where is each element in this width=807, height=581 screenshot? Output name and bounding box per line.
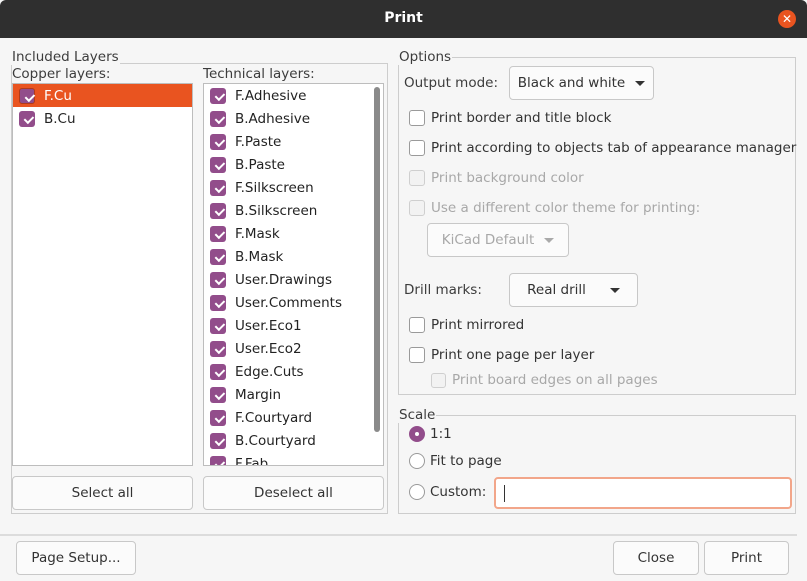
checkbox-checked-icon[interactable]	[210, 432, 226, 449]
close-button[interactable]: Close	[613, 541, 699, 575]
copper-layers-label: Copper layers:	[12, 66, 111, 82]
print-button[interactable]: Print	[704, 541, 789, 575]
checkbox-checked-icon[interactable]	[210, 110, 226, 127]
layer-label: B.Adhesive	[235, 110, 311, 127]
board-edges-checkbox: Print board edges on all pages	[431, 372, 658, 388]
layer-label: F.Silkscreen	[235, 179, 314, 196]
print-mirrored-checkbox[interactable]: Print mirrored	[409, 317, 524, 333]
page-setup-button[interactable]: Page Setup...	[16, 541, 136, 575]
scale-label: Scale	[398, 407, 437, 423]
layer-label: F.Mask	[235, 225, 280, 242]
theme-dropdown: KiCad Default	[427, 223, 569, 257]
checkbox-checked-icon[interactable]	[210, 202, 226, 219]
checkbox-checked-icon[interactable]	[210, 225, 226, 242]
layer-label: B.Cu	[44, 110, 76, 127]
list-item[interactable]: B.Cu	[13, 107, 192, 130]
print-according-checkbox[interactable]: Print according to objects tab of appear…	[409, 140, 796, 156]
title-bar: Print ✕	[0, 0, 807, 38]
window-title: Print	[384, 10, 423, 26]
checkbox-checked-icon[interactable]	[210, 248, 226, 265]
list-item[interactable]: F.Adhesive	[204, 84, 383, 107]
layer-label: User.Drawings	[235, 271, 332, 288]
layer-label: User.Comments	[235, 294, 342, 311]
drill-marks-value: Real drill	[527, 282, 586, 298]
fit-to-page-radio[interactable]: Fit to page	[409, 453, 502, 469]
checkbox-checked-icon[interactable]	[210, 455, 226, 465]
text-cursor	[504, 485, 505, 502]
technical-layers-list[interactable]: F.Adhesive B.Adhesive F.Paste B.Paste F.Silk…	[203, 83, 384, 466]
list-item[interactable]: F.Mask	[204, 222, 383, 245]
print-border-checkbox[interactable]: Print border and title block	[409, 110, 611, 126]
list-item[interactable]: B.Mask	[204, 245, 383, 268]
technical-layers-label: Technical layers:	[203, 66, 315, 82]
custom-scale-input[interactable]	[494, 477, 792, 509]
list-item[interactable]: User.Comments	[204, 291, 383, 314]
layer-label: F.Adhesive	[235, 87, 307, 104]
drill-marks-label: Drill marks:	[404, 282, 482, 298]
list-item[interactable]: F.Paste	[204, 130, 383, 153]
checkbox-checked-icon[interactable]	[210, 363, 226, 380]
checkbox-checked-icon[interactable]	[210, 179, 226, 196]
included-layers-label: Included Layers	[11, 49, 120, 65]
list-item[interactable]: B.Courtyard	[204, 429, 383, 452]
list-item[interactable]: User.Eco2	[204, 337, 383, 360]
chevron-down-icon	[544, 237, 555, 243]
layer-label: User.Eco1	[235, 317, 302, 334]
list-item[interactable]: B.Adhesive	[204, 107, 383, 130]
list-item[interactable]: B.Silkscreen	[204, 199, 383, 222]
copper-layers-list[interactable]: F.Cu B.Cu	[12, 83, 193, 466]
options-label: Options	[398, 49, 453, 65]
checkbox-checked-icon[interactable]	[19, 110, 35, 127]
scrollbar[interactable]	[374, 87, 380, 432]
layer-label: F.Fab	[235, 455, 269, 466]
list-item[interactable]: F.Courtyard	[204, 406, 383, 429]
checkbox-checked-icon[interactable]	[19, 87, 35, 104]
chevron-down-icon	[635, 80, 646, 86]
scale-1-1-radio[interactable]: 1:1	[409, 426, 452, 442]
checkbox-checked-icon[interactable]	[210, 340, 226, 357]
one-page-per-layer-checkbox[interactable]: Print one page per layer	[409, 347, 594, 363]
layer-label: B.Silkscreen	[235, 202, 318, 219]
list-item[interactable]: User.Eco1	[204, 314, 383, 337]
layer-label: B.Courtyard	[235, 432, 316, 449]
layer-label: F.Courtyard	[235, 409, 313, 426]
print-background-checkbox: Print background color	[409, 170, 584, 186]
list-item[interactable]: F.Cu	[13, 84, 192, 107]
layer-label: B.Paste	[235, 156, 285, 173]
layer-label: B.Mask	[235, 248, 284, 265]
layer-label: F.Paste	[235, 133, 282, 150]
list-item[interactable]: F.Silkscreen	[204, 176, 383, 199]
checkbox-checked-icon[interactable]	[210, 317, 226, 334]
select-all-button[interactable]: Select all	[12, 476, 193, 510]
checkbox-checked-icon[interactable]	[210, 409, 226, 426]
checkbox-checked-icon[interactable]	[210, 156, 226, 173]
checkbox-checked-icon[interactable]	[210, 294, 226, 311]
close-icon[interactable]: ✕	[778, 10, 796, 28]
checkbox-checked-icon[interactable]	[210, 386, 226, 403]
output-mode-value: Black and white	[517, 75, 626, 91]
checkbox-checked-icon[interactable]	[210, 87, 226, 104]
list-item[interactable]: Margin	[204, 383, 383, 406]
layer-label: Margin	[235, 386, 282, 403]
list-item[interactable]: F.Fab	[204, 452, 383, 466]
list-item[interactable]: Edge.Cuts	[204, 360, 383, 383]
list-item[interactable]: User.Drawings	[204, 268, 383, 291]
drill-marks-dropdown[interactable]: Real drill	[509, 273, 638, 307]
separator	[0, 534, 797, 536]
checkbox-checked-icon[interactable]	[210, 271, 226, 288]
layer-label: F.Cu	[44, 87, 72, 104]
list-item[interactable]: B.Paste	[204, 153, 383, 176]
different-theme-checkbox: Use a different color theme for printing…	[409, 200, 700, 216]
layer-label: User.Eco2	[235, 340, 302, 357]
layer-label: Edge.Cuts	[235, 363, 304, 380]
chevron-down-icon	[609, 287, 620, 293]
output-mode-label: Output mode:	[404, 75, 499, 91]
custom-radio[interactable]: Custom:	[409, 484, 486, 500]
output-mode-dropdown[interactable]: Black and white	[509, 66, 654, 100]
deselect-all-button[interactable]: Deselect all	[203, 476, 384, 510]
checkbox-checked-icon[interactable]	[210, 133, 226, 150]
